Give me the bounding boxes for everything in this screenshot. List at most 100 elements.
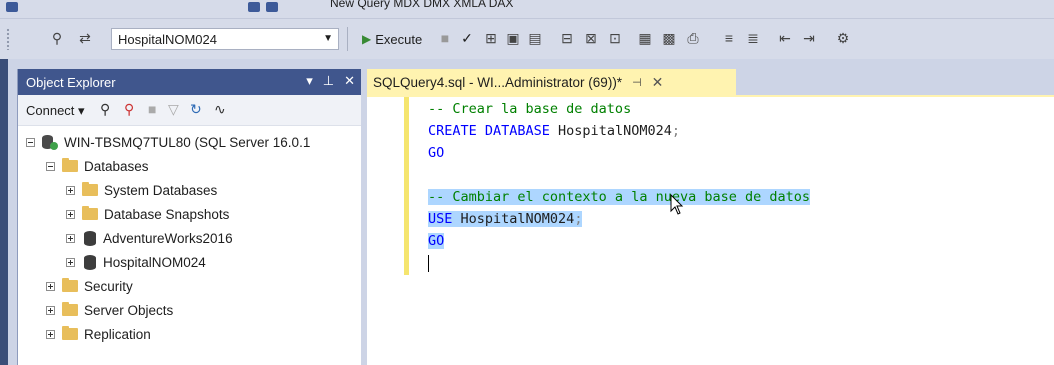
client-stats-icon[interactable]: ⊡ — [606, 29, 624, 47]
tree-node-adventureworks[interactable]: AdventureWorks2016 — [66, 226, 233, 250]
folder-icon — [82, 206, 98, 220]
expand-icon[interactable] — [66, 209, 75, 219]
results-grid-icon[interactable]: ▩ — [660, 29, 678, 47]
stop-icon[interactable]: ■ — [436, 29, 454, 47]
collapse-icon[interactable] — [46, 161, 55, 171]
activity-monitor-icon[interactable]: ∿ — [214, 101, 226, 118]
comment-text: -- Crear la base de datos — [428, 101, 632, 117]
display-plan-icon[interactable]: ⊞ — [482, 29, 500, 47]
expand-icon[interactable] — [66, 185, 75, 195]
tree-node-server[interactable]: WIN-TBSMQ7TUL80 (SQL Server 16.0.1 — [26, 130, 310, 154]
tree-node-hospital[interactable]: HospitalNOM024 — [66, 250, 206, 274]
results-text-icon[interactable]: ▦ — [636, 29, 654, 47]
comment-icon[interactable]: ≡ — [720, 29, 738, 47]
refresh-icon[interactable]: ↻ — [190, 101, 202, 118]
expand-icon[interactable] — [46, 281, 55, 291]
toolbar-grip[interactable] — [6, 28, 10, 50]
folder-icon — [62, 326, 78, 340]
tree-node-security[interactable]: Security — [46, 274, 133, 298]
sql-editor-toolbar: ⚲ ⇄ HospitalNOM024 ▼ ▶ Execute ■ ✓ ⊞ ▣ ▤… — [0, 19, 1054, 59]
uncomment-icon[interactable]: ≣ — [744, 29, 762, 47]
tree-node-label: Replication — [84, 326, 151, 342]
expand-icon[interactable] — [46, 305, 55, 315]
left-strip — [0, 59, 8, 365]
object-explorer-title: Object Explorer — [26, 75, 116, 90]
database-icon — [84, 254, 96, 270]
code-area[interactable]: -- Crear la base de datos CREATE DATABAS… — [428, 98, 811, 252]
keyword-text: USE — [428, 211, 453, 227]
tree-node-label: System Databases — [104, 182, 218, 198]
dropdown-icon[interactable]: ▾ — [306, 73, 313, 89]
expand-icon[interactable] — [66, 233, 75, 243]
tree-node-database-snapshots[interactable]: Database Snapshots — [66, 202, 229, 226]
keyword-text: CREATE DATABASE — [428, 123, 550, 139]
code-line-1: -- Crear la base de datos — [428, 98, 810, 120]
tab-sqlquery4[interactable]: SQLQuery4.sql - WI...Administrator (69))… — [367, 69, 736, 95]
document-tab-strip: SQLQuery4.sql - WI...Administrator (69))… — [367, 69, 1054, 95]
specify-values-icon[interactable]: ⚙ — [834, 29, 852, 47]
execute-label: Execute — [375, 31, 423, 47]
toolbar-divider — [347, 27, 348, 51]
connect-plug-icon[interactable]: ⚲ — [100, 101, 110, 118]
punctuation-text: ; — [574, 211, 583, 227]
save-icon[interactable] — [248, 2, 260, 12]
filter-icon[interactable]: ▽ — [168, 101, 179, 118]
pin-icon[interactable]: ⊣ — [632, 76, 642, 89]
collapse-icon[interactable] — [26, 137, 35, 147]
database-select[interactable]: HospitalNOM024 ▼ — [111, 28, 339, 50]
stop-icon[interactable]: ■ — [148, 101, 156, 117]
connect-button[interactable]: Connect ▾ — [26, 103, 85, 119]
connect-icon[interactable]: ⚲ — [48, 29, 66, 47]
tree-node-label: Security — [84, 278, 133, 294]
tree-node-system-databases[interactable]: System Databases — [66, 178, 217, 202]
folder-icon — [62, 302, 78, 316]
top-toolbar-text[interactable]: New Query MDX DMX XMLA DAX — [330, 0, 513, 10]
change-connection-icon[interactable]: ⇄ — [76, 29, 94, 47]
identifier-text: HospitalNOM024 — [452, 211, 575, 227]
punctuation-text: ; — [671, 123, 680, 139]
options-icon[interactable]: ▤ — [526, 29, 544, 47]
results-file-icon[interactable]: ⎙ — [684, 29, 702, 47]
text-caret — [428, 255, 429, 272]
tree-node-server-objects[interactable]: Server Objects — [46, 298, 173, 322]
query-designer-icon[interactable]: ▣ — [504, 29, 522, 47]
object-explorer-panel: Object Explorer ▾ ⊥ ✕ Connect ▾ ⚲ ⚲ ■ ▽ … — [17, 69, 361, 365]
object-explorer-toolbar: Connect ▾ ⚲ ⚲ ■ ▽ ↻ ∿ — [18, 95, 361, 126]
identifier-text: HospitalNOM024 — [549, 123, 672, 139]
expand-icon[interactable] — [46, 329, 55, 339]
new-query-icon[interactable] — [6, 2, 18, 12]
intellisense-icon[interactable]: ⊟ — [558, 29, 576, 47]
tree-node-replication[interactable]: Replication — [46, 322, 151, 346]
include-plan-icon[interactable]: ⊠ — [582, 29, 600, 47]
increase-indent-icon[interactable]: ⇥ — [800, 29, 818, 47]
execute-button[interactable]: ▶ Execute — [362, 28, 422, 50]
expand-icon[interactable] — [66, 257, 75, 267]
database-icon — [84, 230, 96, 246]
close-icon[interactable]: ✕ — [344, 73, 355, 89]
top-toolbar: New Query MDX DMX XMLA DAX — [0, 0, 1054, 19]
chevron-down-icon: ▼ — [323, 33, 333, 44]
close-icon[interactable]: ✕ — [652, 74, 664, 91]
pin-icon[interactable]: ⊥ — [323, 73, 334, 89]
code-line-7: GO — [428, 230, 810, 252]
code-line-3: GO — [428, 142, 810, 164]
tree-node-databases[interactable]: Databases — [46, 154, 149, 178]
sql-editor[interactable]: -- Crear la base de datos CREATE DATABAS… — [367, 97, 1054, 365]
tree-node-label: Server Objects — [84, 302, 174, 318]
disconnect-icon[interactable]: ⚲ — [124, 101, 134, 118]
connect-label: Connect — [26, 103, 75, 118]
mouse-pointer-icon — [670, 194, 684, 215]
save-all-icon[interactable] — [266, 2, 278, 12]
object-explorer-header: Object Explorer ▾ ⊥ ✕ — [18, 69, 361, 95]
tab-label: SQLQuery4.sql - WI...Administrator (69))… — [373, 74, 623, 90]
checkmark-icon[interactable]: ✓ — [458, 29, 476, 47]
folder-icon — [62, 158, 78, 172]
play-icon: ▶ — [362, 32, 372, 46]
tree-node-label: Database Snapshots — [104, 206, 230, 222]
decrease-indent-icon[interactable]: ⇤ — [776, 29, 794, 47]
tree-node-label: AdventureWorks2016 — [103, 230, 233, 246]
tree-node-label: HospitalNOM024 — [103, 254, 206, 270]
code-line-2: CREATE DATABASE HospitalNOM024; — [428, 120, 810, 142]
keyword-text: GO — [428, 233, 445, 249]
